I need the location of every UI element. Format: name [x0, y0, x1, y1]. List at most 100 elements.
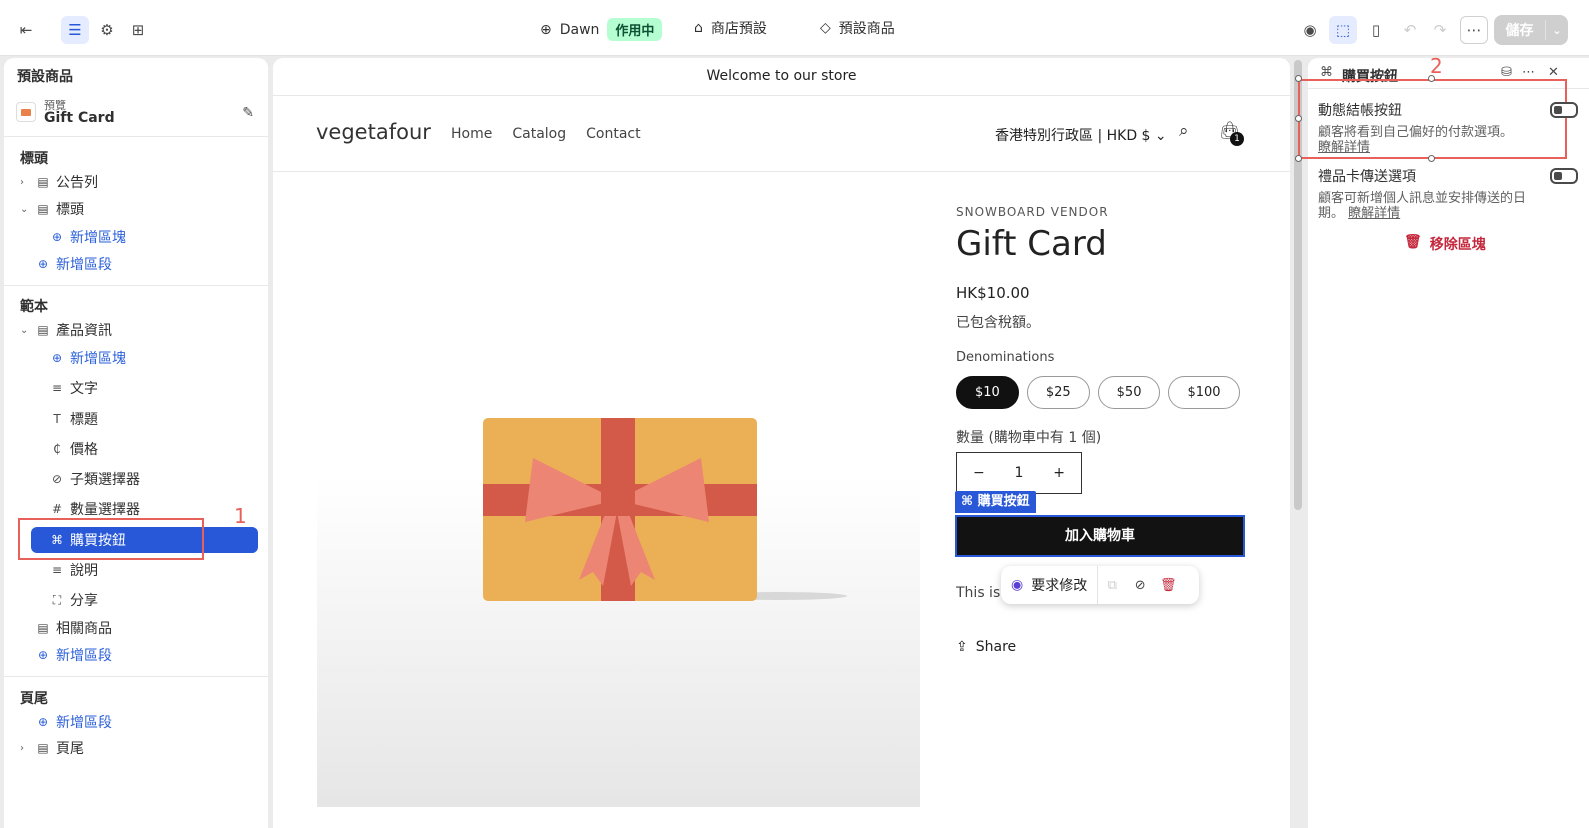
- resize-handle[interactable]: [1428, 75, 1435, 82]
- sidebar-item-announcement[interactable]: › ▤ 公告列: [20, 169, 98, 195]
- editor-topbar: ⇤ ☰ ⚙ ⊞ ⊕ Dawn 作用中 ⌂ 商店預設 ◇ 預設商品 ◉ ⬚ ▯ ↶…: [0, 0, 1589, 56]
- template-selector[interactable]: ◇ 預設商品: [820, 18, 895, 38]
- announcement-bar[interactable]: Welcome to our store: [273, 58, 1290, 96]
- preview-product-card[interactable]: 預覽 Gift Card ✎: [16, 96, 256, 136]
- redo-icon[interactable]: ↷: [1426, 16, 1454, 44]
- section-icon: ▤: [37, 621, 49, 635]
- undo-icon[interactable]: ↶: [1396, 16, 1424, 44]
- gear-icon[interactable]: ⚙: [93, 16, 121, 44]
- duplicate-icon[interactable]: ⧉: [1098, 578, 1126, 593]
- tree-label: 頁尾: [56, 741, 84, 757]
- add-section-button[interactable]: ⊕ 新增區段: [36, 642, 112, 668]
- denomination-option[interactable]: $100: [1168, 376, 1240, 409]
- sidebar-item-product-info[interactable]: ⌄ ▤ 產品資訊: [20, 317, 112, 343]
- learn-more-link[interactable]: 瞭解詳情: [1318, 140, 1370, 155]
- gift-card-delivery-toggle[interactable]: [1550, 168, 1578, 184]
- inspector-icon[interactable]: ⬚: [1329, 16, 1357, 44]
- more-actions-icon[interactable]: ⋯: [1460, 16, 1488, 44]
- quantity-value[interactable]: 1: [1015, 465, 1024, 481]
- close-icon[interactable]: ✕: [1548, 65, 1559, 80]
- denomination-picker: $10 $25 $50 $100: [956, 376, 1240, 409]
- sidebar-item-price[interactable]: ₵ 價格: [50, 436, 98, 462]
- save-button[interactable]: 儲存 ⌄: [1494, 15, 1568, 45]
- tree-label: 分享: [70, 593, 98, 609]
- tree-label: 標頭: [56, 202, 84, 218]
- store-header[interactable]: vegetafour Home Catalog Contact 香港特別行政區 …: [273, 96, 1290, 172]
- mobile-view-icon[interactable]: ▯: [1362, 16, 1390, 44]
- region-label: 香港特別行政區 | HKD $: [995, 128, 1151, 144]
- chevron-right-icon[interactable]: ›: [20, 177, 30, 188]
- nav-home[interactable]: Home: [451, 126, 492, 142]
- cursor-button-icon: ⌘: [961, 494, 974, 509]
- chevron-right-icon[interactable]: ›: [20, 743, 30, 754]
- nav-contact[interactable]: Contact: [586, 126, 640, 142]
- tree-label: 價格: [70, 442, 98, 458]
- chevron-down-icon[interactable]: ⌄: [20, 204, 30, 215]
- theme-selector[interactable]: ⊕ Dawn 作用中: [540, 18, 663, 41]
- resize-handle[interactable]: [1428, 155, 1435, 162]
- plus-circle-icon: ⊕: [51, 351, 63, 365]
- more-icon[interactable]: ⋯: [1522, 65, 1535, 80]
- tree-label: 數量選擇器: [70, 502, 140, 518]
- chevron-down-icon[interactable]: ⌄: [20, 325, 30, 336]
- currency-selector[interactable]: 香港特別行政區 | HKD $ ⌄: [995, 125, 1167, 145]
- add-block-button[interactable]: ⊕ 新增區塊: [50, 224, 126, 250]
- resize-handle[interactable]: [1295, 115, 1302, 122]
- sidebar-item-related-products[interactable]: ▤ 相關商品: [36, 615, 112, 641]
- add-section-button[interactable]: ⊕ 新增區段: [36, 709, 112, 735]
- sections-icon[interactable]: ☰: [61, 16, 89, 44]
- learn-more-link[interactable]: 瞭解詳情: [1348, 206, 1400, 221]
- add-to-cart-button[interactable]: 加入購物車: [955, 515, 1245, 557]
- add-block-button[interactable]: ⊕ 新增區塊: [50, 345, 126, 371]
- delete-icon[interactable]: 🗑︎: [1154, 578, 1182, 593]
- pencil-icon[interactable]: ✎: [242, 105, 254, 121]
- tree-label: 文字: [70, 381, 98, 397]
- template-label: 預設商品: [838, 21, 895, 37]
- annotation-box-1: [18, 518, 204, 560]
- chevron-down-icon: ⌄: [1154, 128, 1167, 144]
- dynamic-checkout-toggle[interactable]: [1550, 102, 1578, 118]
- nav-catalog[interactable]: Catalog: [512, 126, 566, 142]
- database-icon[interactable]: ⛁: [1501, 65, 1512, 80]
- add-section-button[interactable]: ⊕ 新增區段: [36, 251, 112, 277]
- sidekick-icon[interactable]: ◉: [1296, 16, 1324, 44]
- product-image[interactable]: [317, 204, 920, 807]
- section-icon: ▤: [37, 323, 49, 337]
- store-preset-selector[interactable]: ⌂ 商店預設: [694, 18, 767, 38]
- theme-status-badge: 作用中: [607, 18, 663, 41]
- denomination-option[interactable]: $50: [1097, 376, 1161, 409]
- chevron-down-icon[interactable]: ⌄: [1546, 24, 1568, 37]
- sidebar-item-share[interactable]: ⛶ 分享: [50, 587, 98, 613]
- tree-label: 新增區段: [56, 648, 112, 664]
- resize-handle[interactable]: [1295, 155, 1302, 162]
- text-lines-icon: ≡: [51, 381, 63, 395]
- plus-button[interactable]: +: [1053, 465, 1065, 481]
- resize-handle[interactable]: [1295, 75, 1302, 82]
- header-group-heading: 標頭: [20, 151, 48, 167]
- sidebar-item-header[interactable]: ⌄ ▤ 標頭: [20, 196, 84, 222]
- remove-block-button[interactable]: 🗑︎ 移除區塊: [1404, 234, 1486, 254]
- minus-button[interactable]: −: [973, 465, 985, 481]
- title-t-icon: T: [53, 412, 61, 426]
- search-icon[interactable]: ⌕: [1179, 121, 1189, 141]
- trash-icon: 🗑︎: [1404, 234, 1422, 250]
- template-group-heading: 範本: [20, 299, 48, 315]
- sidebar-item-variant-picker[interactable]: ⊘ 子類選擇器: [50, 466, 140, 492]
- exit-icon[interactable]: ⇤: [12, 16, 40, 44]
- sidebar-item-footer[interactable]: › ▤ 頁尾: [20, 735, 84, 761]
- hide-icon[interactable]: ⊘: [1126, 578, 1154, 593]
- apps-icon[interactable]: ⊞: [124, 16, 152, 44]
- store-preview: Welcome to our store vegetafour Home Cat…: [273, 58, 1290, 828]
- section-icon: ▤: [37, 175, 49, 189]
- denomination-option[interactable]: $25: [1026, 376, 1090, 409]
- denomination-option[interactable]: $10: [956, 376, 1019, 409]
- request-change-button[interactable]: ◉ 要求修改: [1001, 566, 1099, 604]
- tag-icon: ◇: [820, 20, 831, 36]
- sidebar-item-title[interactable]: T 標題: [50, 406, 98, 432]
- share-button[interactable]: ⇪ Share: [956, 639, 1016, 655]
- store-logo[interactable]: vegetafour: [316, 120, 431, 144]
- sidebar-item-text[interactable]: ≡ 文字: [50, 375, 98, 401]
- quantity-stepper: − 1 +: [956, 452, 1082, 494]
- sidebar-item-description[interactable]: ≡ 說明: [50, 557, 98, 583]
- product-price: HK$10.00: [956, 284, 1030, 302]
